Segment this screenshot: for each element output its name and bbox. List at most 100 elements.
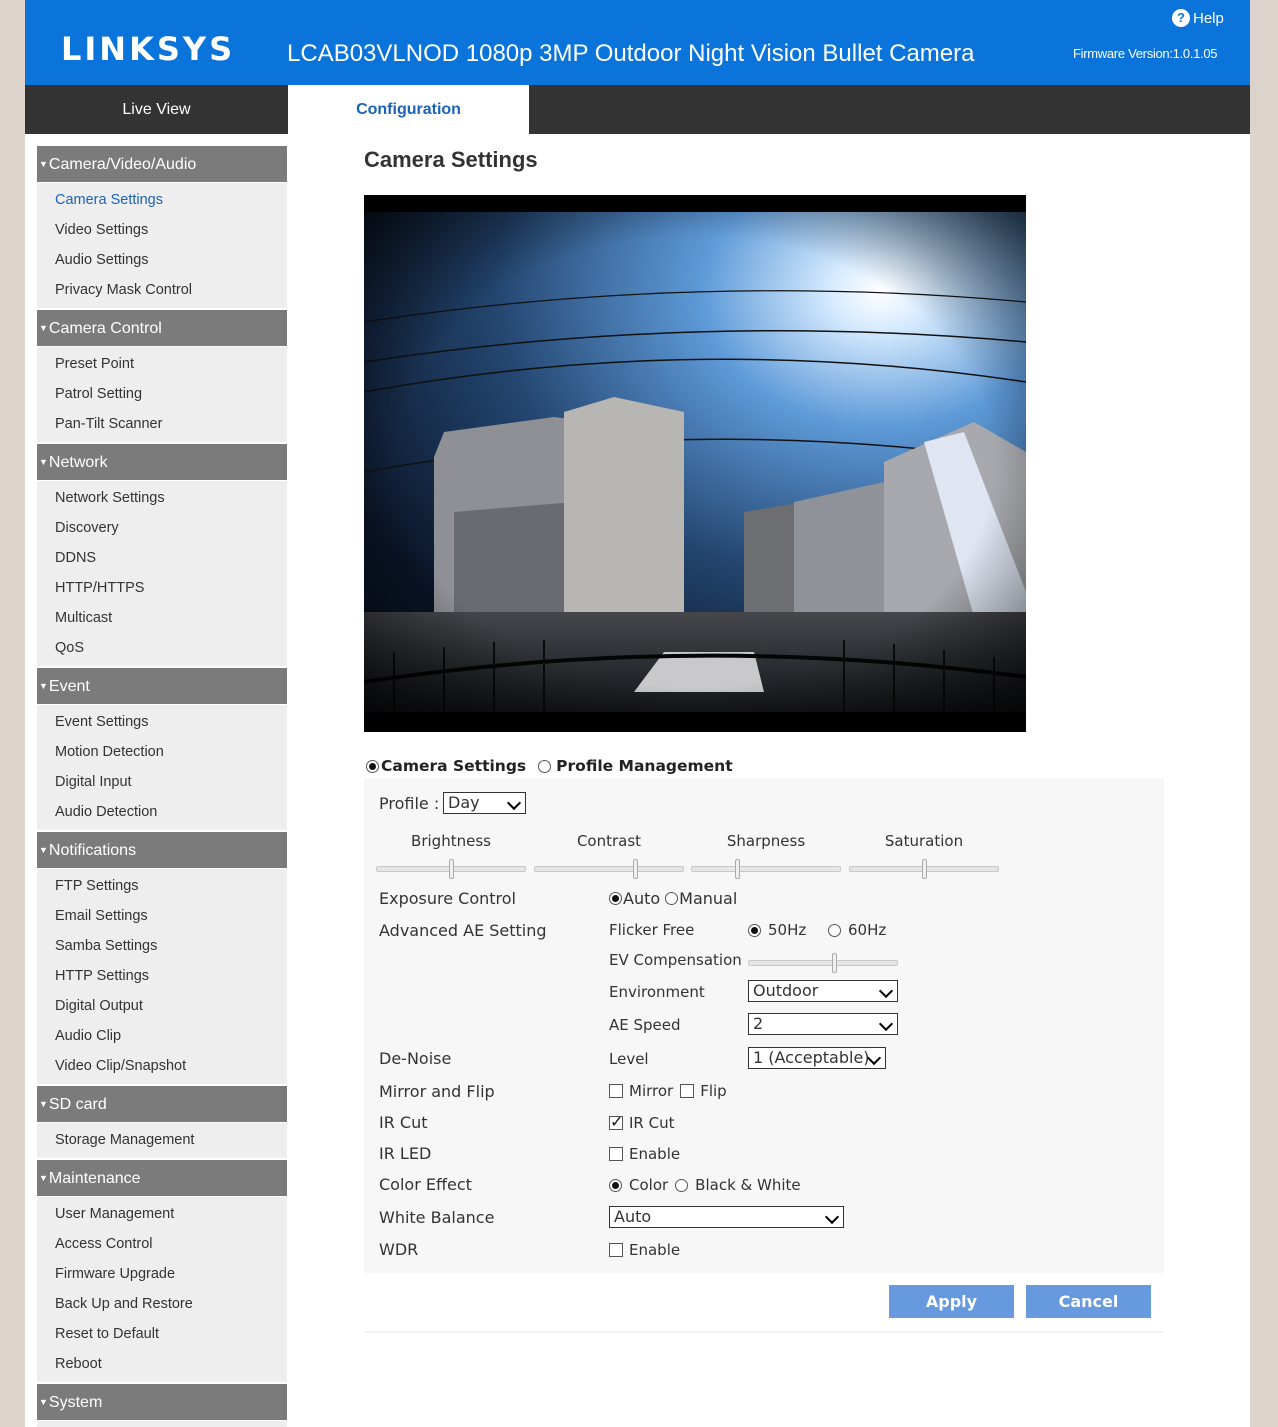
environment-label: Environment: [609, 983, 705, 1001]
firmware-version: Firmware Version:1.0.1.05: [1073, 46, 1218, 61]
cancel-button[interactable]: Cancel: [1026, 1285, 1151, 1318]
sidebar-item-back-up-and-restore[interactable]: Back Up and Restore: [37, 1289, 287, 1319]
ir-led-checkbox[interactable]: [609, 1147, 623, 1161]
sidebar-item-firmware-upgrade[interactable]: Firmware Upgrade: [37, 1259, 287, 1289]
sidebar-item-user-management[interactable]: User Management: [37, 1199, 287, 1229]
sidebar-item-audio-clip[interactable]: Audio Clip: [37, 1021, 287, 1051]
camera-settings-radio[interactable]: [366, 759, 379, 773]
sidebar-item-privacy-mask-control[interactable]: Privacy Mask Control: [37, 275, 287, 305]
sidebar-section-title: Event: [48, 678, 90, 695]
sidebar-item-digital-input[interactable]: Digital Input: [37, 767, 287, 797]
ev-compensation-slider[interactable]: [748, 953, 898, 973]
slider-thumb[interactable]: [832, 953, 837, 973]
chevron-down-icon: [824, 1209, 840, 1225]
white-balance-select-value: Auto: [614, 1207, 652, 1226]
linksys-logo: LINKSYS: [61, 30, 236, 68]
sidebar-item-audio-detection[interactable]: Audio Detection: [37, 797, 287, 827]
sidebar-item-event-settings[interactable]: Event Settings: [37, 707, 287, 737]
slider-thumb[interactable]: [449, 859, 454, 879]
apply-button[interactable]: Apply: [889, 1285, 1014, 1318]
sidebar-section-system[interactable]: ▼System: [37, 1384, 287, 1420]
sidebar-item-discovery[interactable]: Discovery: [37, 513, 287, 543]
sidebar-section-items: FTP Settings Email Settings Samba Settings…: [37, 869, 287, 1084]
wdr-option-label: Enable: [629, 1241, 681, 1259]
sidebar-item-http-settings[interactable]: HTTP Settings: [37, 961, 287, 991]
flicker-60hz-radio[interactable]: [828, 923, 841, 937]
sidebar-section-sd-card[interactable]: ▼SD card: [37, 1086, 287, 1122]
sidebar: ▼Camera/Video/Audio Camera Settings Video …: [37, 146, 287, 1427]
sidebar-section-items: Event Settings Motion Detection Digital In…: [37, 705, 287, 830]
sidebar-item-access-control[interactable]: Access Control: [37, 1229, 287, 1259]
sidebar-item-network-settings[interactable]: Network Settings: [37, 483, 287, 513]
ae-speed-select[interactable]: 2: [748, 1013, 898, 1035]
profile-select[interactable]: Day: [443, 792, 526, 814]
profile-management-radio[interactable]: [538, 759, 552, 773]
denoise-level-select[interactable]: 1 (Acceptable): [748, 1047, 886, 1069]
sidebar-item-qos[interactable]: QoS: [37, 633, 287, 663]
brightness-slider[interactable]: [376, 859, 526, 879]
flicker-50hz-label: 50Hz: [768, 921, 807, 939]
ae-speed-label: AE Speed: [609, 1016, 681, 1034]
sidebar-section-notifications[interactable]: ▼Notifications: [37, 832, 287, 868]
saturation-slider[interactable]: [849, 859, 999, 879]
sidebar-item-video-clip-snapshot[interactable]: Video Clip/Snapshot: [37, 1051, 287, 1081]
sharpness-slider[interactable]: [691, 859, 841, 879]
main-nav: Live View Configuration: [25, 85, 1250, 134]
white-balance-select[interactable]: Auto: [609, 1206, 844, 1228]
black-white-label: Black & White: [695, 1176, 801, 1194]
sidebar-item-pan-tilt-scanner[interactable]: Pan-Tilt Scanner: [37, 409, 287, 439]
ir-cut-checkbox[interactable]: [609, 1112, 623, 1131]
sidebar-item-video-settings[interactable]: Video Settings: [37, 215, 287, 245]
sidebar-item-samba-settings[interactable]: Samba Settings: [37, 931, 287, 961]
denoise-level-label: Level: [609, 1050, 649, 1068]
exposure-manual-label: Manual: [679, 889, 738, 908]
exposure-auto-radio[interactable]: [609, 892, 622, 905]
exposure-control-label: Exposure Control: [379, 889, 516, 908]
wdr-checkbox[interactable]: [609, 1243, 623, 1257]
sidebar-section-maintenance[interactable]: ▼Maintenance: [37, 1160, 287, 1196]
sidebar-section-camera-video-audio[interactable]: ▼Camera/Video/Audio: [37, 146, 287, 182]
slider-thumb[interactable]: [633, 859, 638, 879]
sidebar-item-audio-settings[interactable]: Audio Settings: [37, 245, 287, 275]
sidebar-item-ddns[interactable]: DDNS: [37, 543, 287, 573]
black-white-radio[interactable]: [675, 1178, 689, 1192]
flip-checkbox[interactable]: [680, 1084, 695, 1098]
environment-select[interactable]: Outdoor: [748, 980, 898, 1002]
sidebar-item-camera-settings[interactable]: Camera Settings: [37, 185, 287, 215]
exposure-auto-label: Auto: [623, 889, 661, 908]
sidebar-section-camera-control[interactable]: ▼Camera Control: [37, 310, 287, 346]
sidebar-item-reboot[interactable]: Reboot: [37, 1349, 287, 1379]
slider-thumb[interactable]: [922, 859, 927, 879]
denoise-label: De-Noise: [379, 1049, 452, 1068]
flip-label: Flip: [700, 1082, 727, 1100]
sidebar-item-storage-management[interactable]: Storage Management: [37, 1125, 287, 1155]
mirror-label: Mirror: [629, 1082, 674, 1100]
sidebar-item-motion-detection[interactable]: Motion Detection: [37, 737, 287, 767]
sidebar-section-network[interactable]: ▼Network: [37, 444, 287, 480]
slider-thumb[interactable]: [735, 859, 740, 879]
contrast-slider[interactable]: [534, 859, 684, 879]
sidebar-item-reset-to-default[interactable]: Reset to Default: [37, 1319, 287, 1349]
sidebar-section-event[interactable]: ▼Event: [37, 668, 287, 704]
sidebar-item-email-settings[interactable]: Email Settings: [37, 901, 287, 931]
mirror-checkbox[interactable]: [609, 1084, 623, 1098]
flicker-50hz-radio[interactable]: [748, 923, 761, 937]
color-radio[interactable]: [609, 1178, 622, 1192]
sidebar-item-patrol-setting[interactable]: Patrol Setting: [37, 379, 287, 409]
ev-compensation-label: EV Compensation: [609, 951, 742, 969]
sidebar-section-items: System LogDate and Time: [37, 1421, 287, 1427]
help-link[interactable]: ? Help: [1172, 9, 1224, 27]
ir-led-label: IR LED: [379, 1144, 432, 1163]
sidebar-item-system-log[interactable]: System Log: [37, 1423, 287, 1427]
tab-live-view[interactable]: Live View: [25, 85, 288, 134]
sidebar-item-preset-point[interactable]: Preset Point: [37, 349, 287, 379]
triangle-down-icon: ▼: [39, 159, 48, 169]
sidebar-section-items: User Management Access Control Firmware Up…: [37, 1197, 287, 1382]
sidebar-item-http-https[interactable]: HTTP/HTTPS: [37, 573, 287, 603]
tab-configuration[interactable]: Configuration: [288, 85, 529, 134]
sidebar-item-digital-output[interactable]: Digital Output: [37, 991, 287, 1021]
sidebar-item-ftp-settings[interactable]: FTP Settings: [37, 871, 287, 901]
sidebar-item-multicast[interactable]: Multicast: [37, 603, 287, 633]
camera-settings-radio-label: Camera Settings: [381, 757, 527, 775]
exposure-manual-radio[interactable]: [665, 892, 679, 905]
